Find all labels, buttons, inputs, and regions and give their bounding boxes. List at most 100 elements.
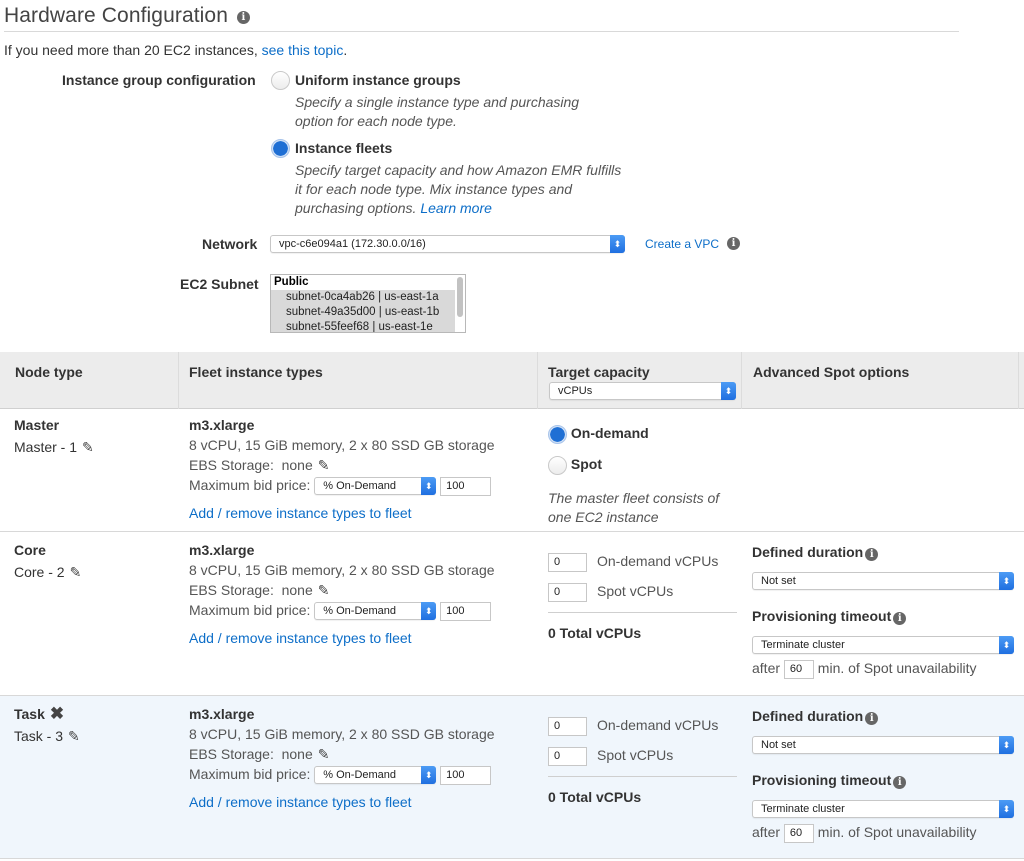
table-row-master: Master Master - 1 ✎ m3.xlarge 8 vCPU, 15 … [0, 409, 1024, 532]
pencil-icon[interactable]: ✎ [318, 455, 330, 475]
bid-type-select[interactable]: % On-Demand ⬍ [314, 766, 437, 785]
subnet-option[interactable]: subnet-0ca4ab26 | us-east-1a [271, 290, 455, 305]
target-capacity-inputs: 0 On-demand vCPUs 0 Spot vCPUs 0 Total vCP… [548, 710, 737, 805]
provisioning-timeout-select[interactable]: Terminate cluster ⬍ [752, 800, 1014, 818]
bid-value-input[interactable]: 100 [440, 476, 492, 496]
provisioning-timeout-select[interactable]: Terminate cluster ⬍ [752, 636, 1014, 654]
pencil-icon[interactable]: ✎ [318, 580, 330, 600]
uniform-radio[interactable] [271, 71, 290, 90]
select-arrow-icon: ⬍ [421, 766, 437, 785]
timeout-minutes-input[interactable]: 60 [783, 824, 814, 843]
timeout-suffix: min. of Spot unavailability [817, 824, 977, 841]
on-demand-label: On-demand [570, 425, 649, 442]
defined-duration-select[interactable]: Not set ⬍ [752, 736, 1014, 754]
fleet-instance-details: m3.xlarge 8 vCPU, 15 GiB memory, 2 x 80 … [189, 415, 495, 523]
ebs-label: EBS Storage: [189, 582, 274, 598]
on-demand-radio[interactable] [548, 425, 567, 444]
option-title: Uniform instance groups [295, 72, 461, 88]
on-demand-vcpus-input[interactable]: 0 [548, 716, 587, 736]
bid-type-select-box[interactable]: % On-Demand ⬍ [314, 477, 437, 496]
bid-type-select[interactable]: % On-Demand ⬍ [314, 602, 437, 621]
provisioning-timeout-label: Provisioning timeout i [752, 608, 907, 625]
timeout-minutes-input[interactable]: 60 [783, 660, 814, 679]
instance-fleets-radio[interactable] [271, 139, 290, 158]
spot-vcpus-input[interactable]: 0 [548, 582, 587, 602]
bid-label: Maximum bid price: [189, 477, 311, 493]
divider [548, 612, 737, 613]
learn-more-link[interactable]: Learn more [420, 200, 492, 216]
listbox-scrollbar[interactable] [457, 277, 463, 317]
bid-label: Maximum bid price: [189, 602, 311, 618]
select-arrow-icon: ⬍ [421, 602, 437, 621]
fleet-name: Master - 1 ✎ [14, 439, 94, 456]
fleet-name: Task - 3 ✎ [14, 728, 80, 745]
add-remove-instance-types-link[interactable]: Add / remove instance types to fleet [189, 794, 412, 810]
see-this-topic-link[interactable]: see this topic [262, 42, 344, 58]
ec2-subnet-label: EC2 Subnet [180, 276, 259, 292]
option-description: Specify a single instance type and purch… [295, 94, 580, 129]
ebs-value: none [281, 746, 313, 762]
header-fleet-instance-types: Fleet instance types [189, 364, 323, 380]
column-divider [741, 352, 742, 409]
spot-capacity: 0 Spot vCPUs [548, 576, 737, 606]
on-demand-capacity: 0 On-demand vCPUs [548, 546, 737, 576]
spot-vcpus-label: Spot vCPUs [597, 747, 674, 763]
master-fleet-note: The master fleet consists of one EC2 ins… [548, 490, 720, 525]
bid-type-select-box[interactable]: % On-Demand ⬍ [314, 602, 437, 621]
target-capacity-unit-value: vCPUs [558, 385, 593, 397]
spot-label: Spot [570, 456, 602, 473]
instance-group-config-label: Instance group configuration [62, 72, 256, 88]
spot-option[interactable]: Spot [548, 456, 733, 487]
create-vpc-link[interactable]: Create a VPC [645, 237, 719, 251]
info-icon[interactable]: i [865, 712, 879, 725]
pencil-icon[interactable]: ✎ [318, 744, 330, 764]
info-icon[interactable]: i [893, 612, 907, 625]
info-icon[interactable]: i [727, 237, 740, 250]
instance-specs: 8 vCPU, 15 GiB memory, 2 x 80 SSD GB sto… [189, 726, 495, 742]
defined-duration-select[interactable]: Not set ⬍ [752, 572, 1014, 590]
instance-type: m3.xlarge [189, 417, 255, 433]
add-remove-instance-types-link[interactable]: Add / remove instance types to fleet [189, 505, 412, 521]
on-demand-vcpus-label: On-demand vCPUs [597, 553, 719, 569]
info-icon[interactable]: i [865, 548, 879, 561]
bid-value-input[interactable]: 100 [440, 765, 492, 785]
on-demand-option[interactable]: On-demand [548, 425, 733, 456]
subnet-option[interactable]: subnet-49a35d00 | us-east-1b [271, 305, 455, 320]
on-demand-vcpus-input[interactable]: 0 [548, 552, 587, 572]
info-icon[interactable]: i [236, 11, 250, 24]
select-arrow-icon: ⬍ [999, 636, 1014, 654]
network-select[interactable]: vpc-c6e094a1 (172.30.0.0/16) ⬍ [270, 235, 625, 253]
node-type-name: Master [14, 417, 60, 433]
ec2-subnet-listbox[interactable]: Public subnet-0ca4ab26 | us-east-1a subn… [270, 274, 466, 333]
target-capacity-unit-select[interactable]: vCPUs ⬍ [549, 382, 736, 400]
option-instance-fleets[interactable]: Instance fleets Specify target capacity … [271, 139, 621, 216]
defined-duration-text: Defined duration [752, 544, 864, 560]
max-bid-price: Maximum bid price: % On-Demand ⬍ 100 [189, 764, 495, 785]
remove-icon[interactable]: ✖ [50, 705, 64, 722]
pencil-icon[interactable]: ✎ [68, 728, 80, 745]
instance-limit-note: If you need more than 20 EC2 instances, … [4, 42, 347, 58]
select-arrow-icon: ⬍ [999, 736, 1014, 754]
network-select-value: vpc-c6e094a1 (172.30.0.0/16) [279, 238, 426, 250]
node-type-name: Core [14, 542, 46, 558]
spot-radio[interactable] [548, 456, 567, 475]
column-divider [178, 352, 179, 409]
bid-type-select[interactable]: % On-Demand ⬍ [314, 477, 437, 496]
provisioning-timeout-value: Terminate cluster [761, 803, 845, 815]
node-type-text: Task [14, 706, 45, 722]
option-title: Instance fleets [295, 140, 393, 156]
info-icon[interactable]: i [893, 776, 907, 789]
add-remove-instance-types-link[interactable]: Add / remove instance types to fleet [189, 630, 412, 646]
pencil-icon[interactable]: ✎ [70, 564, 82, 581]
subnet-option[interactable]: subnet-55feef68 | us-east-1e [271, 320, 455, 332]
pencil-icon[interactable]: ✎ [82, 439, 94, 456]
ebs-storage: EBS Storage: none ✎ [189, 744, 495, 764]
instance-specs: 8 vCPU, 15 GiB memory, 2 x 80 SSD GB sto… [189, 437, 495, 453]
after-label: after [752, 824, 781, 841]
bid-value-input[interactable]: 100 [440, 601, 492, 621]
option-uniform-instance-groups[interactable]: Uniform instance groups Specify a single… [271, 71, 579, 129]
spot-vcpus-input[interactable]: 0 [548, 746, 587, 766]
total-vcpus: 0 Total vCPUs [548, 789, 642, 805]
select-arrow-icon: ⬍ [999, 800, 1014, 818]
bid-type-select-box[interactable]: % On-Demand ⬍ [314, 766, 437, 785]
